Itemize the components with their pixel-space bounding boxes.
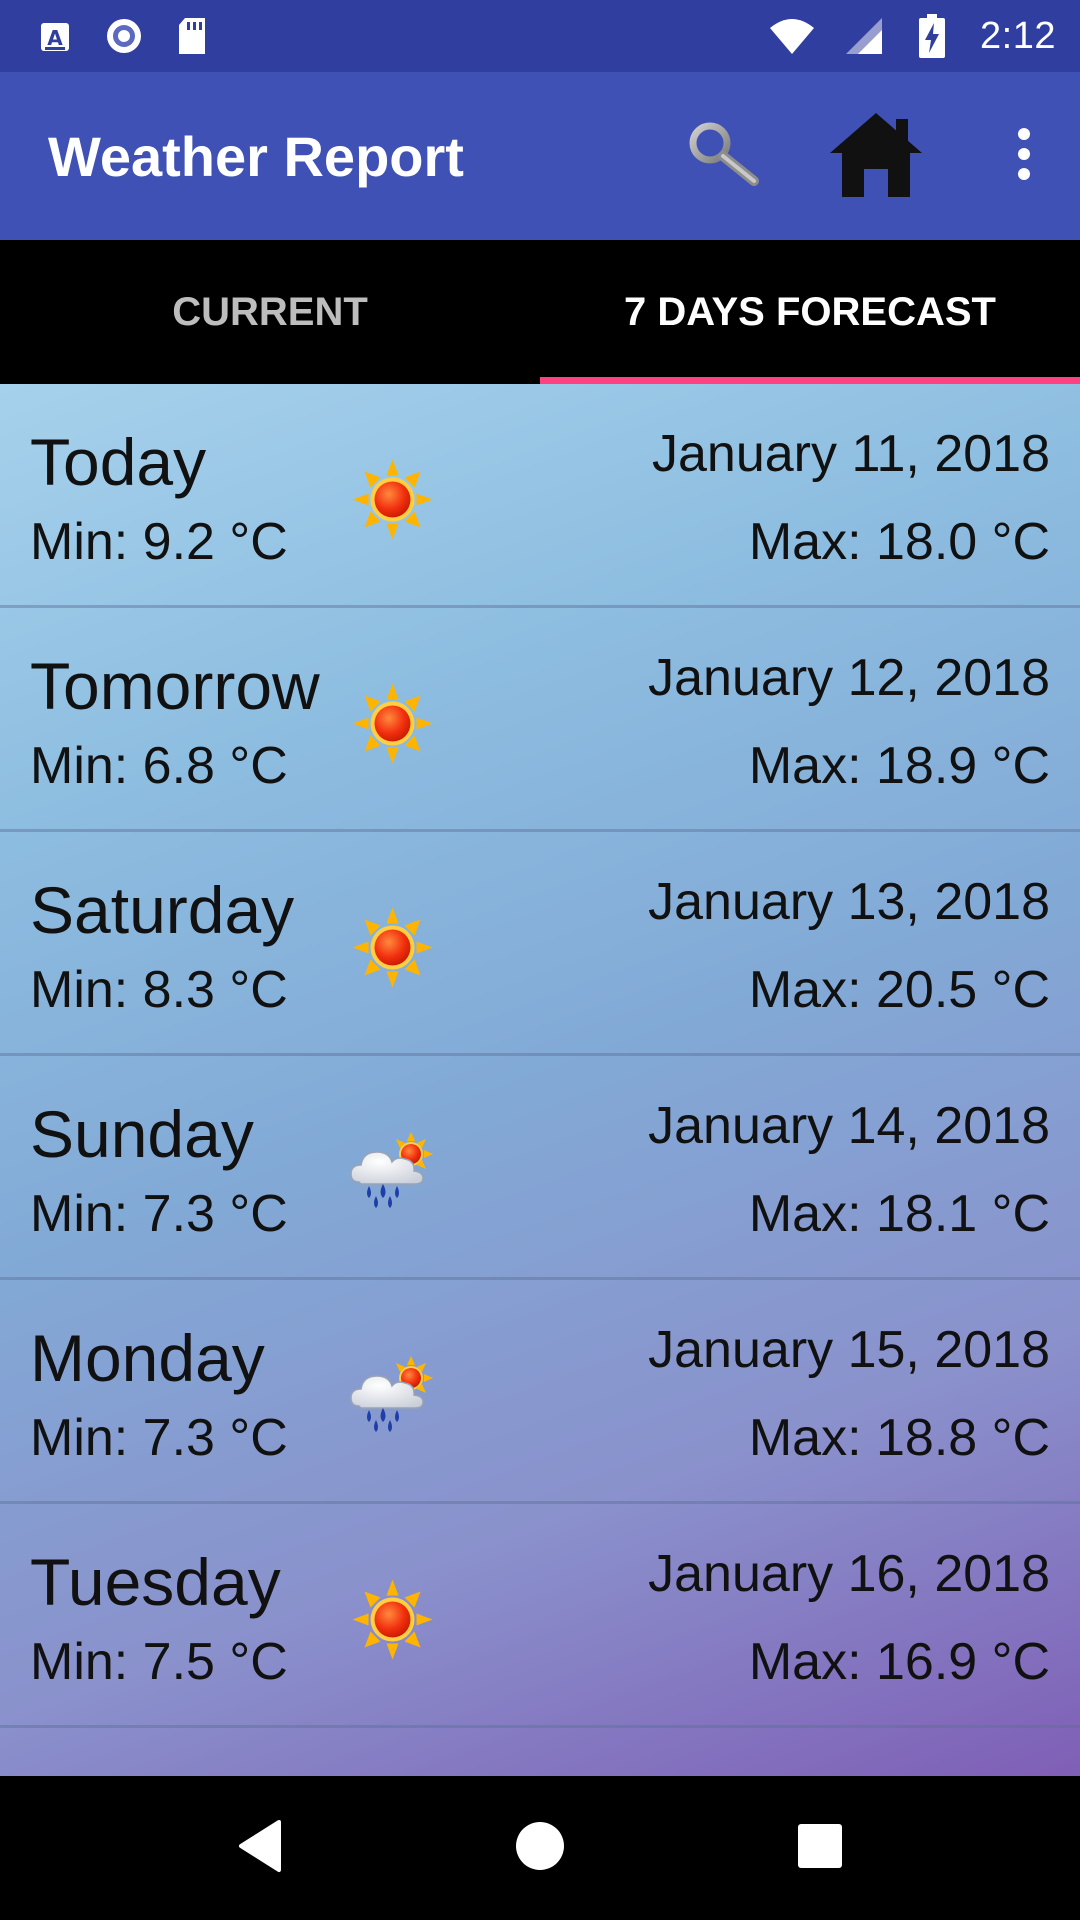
list-item[interactable]: Sunday Min: 7.3 °C January 14, 2018 Max:… bbox=[0, 1056, 1080, 1280]
cell-signal-icon bbox=[844, 16, 884, 56]
status-left: A bbox=[36, 16, 212, 56]
recents-icon bbox=[796, 1822, 844, 1875]
status-right: 2:12 bbox=[768, 14, 1056, 58]
date: January 14, 2018 bbox=[648, 1097, 1050, 1155]
sun-icon bbox=[345, 900, 440, 995]
date: January 11, 2018 bbox=[652, 425, 1050, 483]
rain-cloud-sun-icon bbox=[345, 1124, 440, 1219]
record-icon bbox=[104, 16, 144, 56]
forecast-list: Today Min: 9.2 °C January 11, 2018 Max: … bbox=[0, 384, 1080, 1776]
back-icon bbox=[235, 1818, 285, 1879]
overflow-menu-button[interactable] bbox=[976, 96, 1072, 216]
list-item[interactable]: Monday Min: 7.3 °C January 15, 2018 Max:… bbox=[0, 1280, 1080, 1504]
list-item[interactable]: Today Min: 9.2 °C January 11, 2018 Max: … bbox=[0, 384, 1080, 608]
max-temp: Max: 18.1 °C bbox=[748, 1185, 1050, 1243]
max-temp: Max: 18.8 °C bbox=[748, 1409, 1050, 1467]
tab-7-days-forecast[interactable]: 7 DAYS FORECAST bbox=[540, 240, 1080, 384]
max-temp: Max: 18.0 °C bbox=[748, 513, 1050, 571]
home-icon bbox=[826, 109, 926, 204]
svg-text:A: A bbox=[47, 26, 63, 50]
tab-current[interactable]: CURRENT bbox=[0, 240, 540, 384]
home-button[interactable] bbox=[816, 96, 936, 216]
sd-card-icon bbox=[172, 16, 212, 56]
min-temp: Min: 9.2 °C bbox=[30, 513, 288, 571]
tab-bar: CURRENT 7 DAYS FORECAST bbox=[0, 240, 1080, 384]
min-temp: Min: 6.8 °C bbox=[30, 737, 288, 795]
a-store-icon: A bbox=[36, 16, 76, 56]
app-bar: Weather Report bbox=[0, 72, 1080, 240]
list-item[interactable]: Tomorrow Min: 6.8 °C January 12, 2018 Ma… bbox=[0, 608, 1080, 832]
battery-charging-icon bbox=[912, 14, 952, 58]
max-temp: Max: 16.9 °C bbox=[748, 1633, 1050, 1691]
home-nav-button[interactable] bbox=[490, 1798, 590, 1898]
rain-cloud-sun-icon bbox=[345, 1348, 440, 1443]
app-title: Weather Report bbox=[48, 124, 464, 188]
day-name: Tomorrow bbox=[30, 649, 320, 723]
back-button[interactable] bbox=[210, 1798, 310, 1898]
day-name: Sunday bbox=[30, 1097, 254, 1171]
min-temp: Min: 7.3 °C bbox=[30, 1185, 288, 1243]
list-item[interactable]: Saturday Min: 8.3 °C January 13, 2018 Ma… bbox=[0, 832, 1080, 1056]
search-button[interactable] bbox=[664, 96, 784, 216]
min-temp: Min: 8.3 °C bbox=[30, 961, 288, 1019]
day-name: Saturday bbox=[30, 873, 295, 947]
app-actions bbox=[664, 96, 1080, 216]
day-name: Tuesday bbox=[30, 1545, 281, 1619]
day-name: Today bbox=[30, 425, 207, 499]
max-temp: Max: 18.9 °C bbox=[748, 737, 1050, 795]
day-name: Monday bbox=[30, 1321, 265, 1395]
sun-icon bbox=[345, 452, 440, 547]
min-temp: Min: 7.5 °C bbox=[30, 1633, 288, 1691]
navigation-bar bbox=[0, 1776, 1080, 1920]
search-icon bbox=[684, 119, 764, 194]
overflow-menu-icon bbox=[1016, 126, 1032, 187]
recents-button[interactable] bbox=[770, 1798, 870, 1898]
date: January 15, 2018 bbox=[648, 1321, 1050, 1379]
list-item[interactable]: Tuesday Min: 7.5 °C January 16, 2018 Max… bbox=[0, 1504, 1080, 1728]
date: January 13, 2018 bbox=[648, 873, 1050, 931]
wifi-icon bbox=[768, 16, 816, 56]
max-temp: Max: 20.5 °C bbox=[748, 961, 1050, 1019]
min-temp: Min: 7.3 °C bbox=[30, 1409, 288, 1467]
date: January 12, 2018 bbox=[648, 649, 1050, 707]
sun-icon bbox=[345, 676, 440, 771]
home-circle-icon bbox=[514, 1820, 566, 1877]
sun-icon bbox=[345, 1572, 440, 1667]
status-bar: A 2:12 bbox=[0, 0, 1080, 72]
clock-time: 2:12 bbox=[980, 14, 1056, 57]
date: January 16, 2018 bbox=[648, 1545, 1050, 1603]
